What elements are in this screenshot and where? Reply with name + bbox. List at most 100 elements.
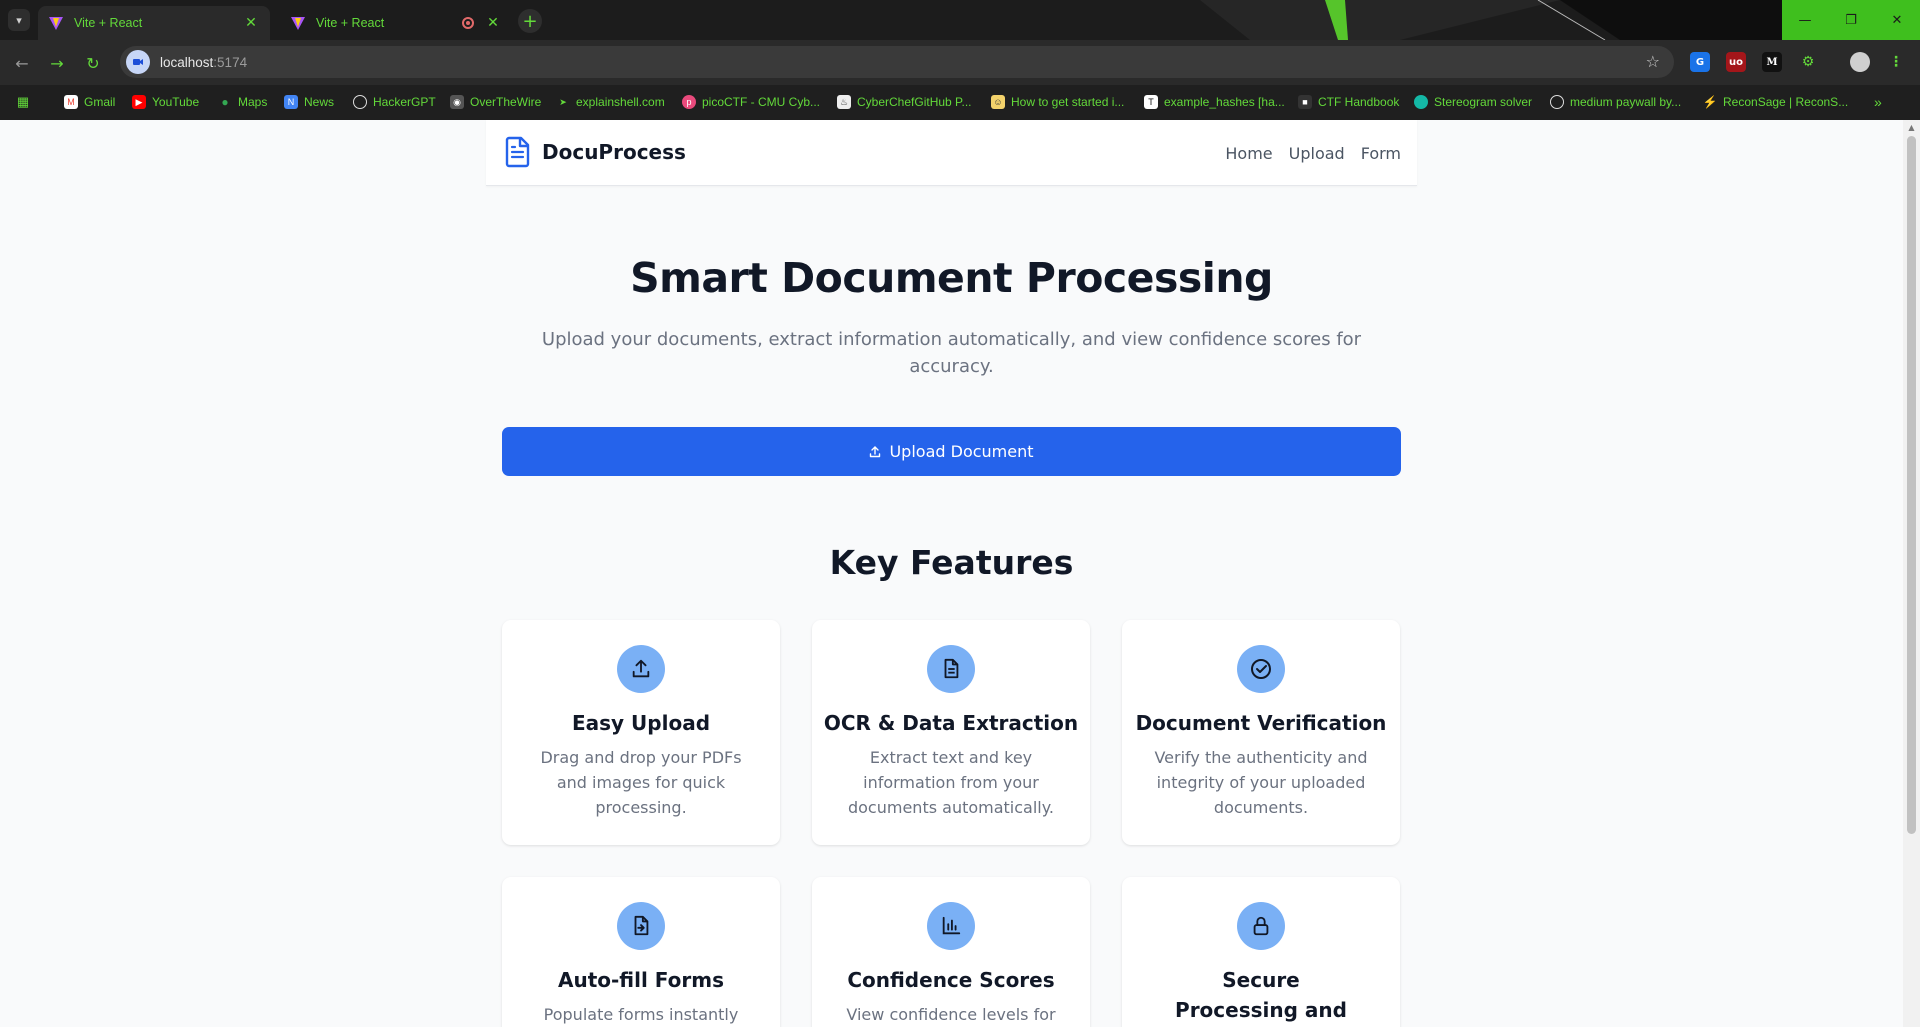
bookmark-gmail[interactable]: M Gmail — [64, 93, 115, 111]
more-bookmarks-icon[interactable]: » — [1874, 93, 1882, 111]
close-window-button[interactable]: ✕ — [1874, 0, 1920, 40]
translate-extension-icon[interactable]: G — [1690, 52, 1710, 72]
feature-title: Easy Upload — [571, 711, 711, 735]
bookmark-example-hashes[interactable]: Texample_hashes [ha... — [1144, 93, 1285, 111]
upload-icon — [617, 645, 665, 693]
shell-icon: ➤ — [559, 96, 567, 107]
feature-description: Extract text and key information from yo… — [847, 748, 1055, 817]
address-bar[interactable]: localhost:5174 ☆ — [120, 46, 1674, 78]
bookmark-hackergpt[interactable]: HackerGPT — [353, 93, 436, 111]
feature-description: Populate forms instantly — [543, 1005, 739, 1024]
bookmark-star-icon[interactable]: ☆ — [1646, 52, 1660, 71]
scrollbar-thumb[interactable] — [1907, 136, 1916, 834]
tab-vite-react-1[interactable]: Vite + React ✕ — [38, 6, 270, 40]
nav-upload-link[interactable]: Upload — [1289, 144, 1345, 163]
circle-icon — [1414, 95, 1428, 109]
hero-title: Smart Document Processing — [630, 254, 1273, 302]
document-logo-icon — [505, 136, 530, 168]
apps-grid-icon[interactable]: ▦ — [16, 93, 36, 111]
bookmark-ctf-handbook[interactable]: ■ CTF Handbook — [1298, 93, 1399, 111]
extensions-puzzle-icon[interactable]: ⚙ — [1798, 52, 1818, 72]
feature-title: Confidence Scores — [847, 968, 1055, 992]
maps-icon: ● — [221, 95, 229, 109]
bookmark-reconsage[interactable]: ⚡ ReconSage | ReconS... — [1702, 93, 1849, 111]
restore-button[interactable]: ❐ — [1828, 0, 1874, 40]
recording-icon — [462, 17, 474, 29]
upload-document-button[interactable]: Upload Document — [502, 427, 1401, 476]
tab-title: Vite + React — [74, 16, 143, 30]
bookmark-news[interactable]: N News — [284, 93, 334, 111]
brand[interactable]: DocuProcess — [504, 136, 686, 168]
chef-icon: ♨ — [837, 95, 851, 109]
scroll-up-icon[interactable]: ▲ — [1907, 123, 1916, 132]
vite-icon — [49, 17, 63, 30]
overthewire-icon: ◉ — [450, 95, 464, 109]
profile-avatar-icon[interactable] — [1850, 52, 1870, 72]
page-viewport: DocuProcess Home Upload Form Smart Docum… — [0, 120, 1903, 1027]
top-navbar: DocuProcess Home Upload Form — [486, 120, 1417, 186]
app-container: DocuProcess Home Upload Form Smart Docum… — [486, 120, 1417, 1027]
nav-form-link[interactable]: Form — [1361, 144, 1401, 163]
bookmark-picoctf[interactable]: p picoCTF - CMU Cyb... — [682, 93, 820, 111]
feature-description: Verify the authenticity and integrity of… — [1154, 748, 1368, 817]
file-import-icon — [617, 902, 665, 950]
minimize-button[interactable]: — — [1782, 0, 1828, 40]
tab-title: Vite + React — [316, 16, 385, 30]
reload-icon[interactable]: ↻ — [82, 52, 104, 74]
bookmark-medium-paywall[interactable]: medium paywall by... — [1550, 93, 1681, 111]
tab-search-button[interactable]: ▾ — [8, 9, 30, 31]
picoctf-icon: p — [682, 95, 696, 109]
upload-small-icon — [869, 445, 881, 458]
bookmark-how-to-get-started[interactable]: ☺ How to get started i... — [991, 93, 1124, 111]
medium-extension-icon[interactable]: M — [1762, 52, 1782, 72]
new-tab-button[interactable]: + — [518, 9, 542, 33]
address-url: localhost:5174 — [160, 54, 248, 70]
feature-card-easy-upload: Easy Upload Drag and drop your PDFs and … — [502, 620, 780, 845]
bookmarks-bar: ▦ M Gmail ▶ YouTube ● Maps N News HackerGPT … — [0, 85, 1920, 120]
feature-card-verification: Document Verification Verify the authent… — [1122, 620, 1400, 845]
brand-name: DocuProcess — [542, 140, 686, 164]
ublock-extension-icon[interactable]: uo — [1726, 52, 1746, 72]
forward-icon[interactable]: → — [46, 52, 68, 74]
bookmark-overthewire[interactable]: ◉ OverTheWire — [450, 93, 541, 111]
youtube-icon: ▶ — [132, 95, 146, 109]
feature-title: Secure Processing and Storage — [1175, 968, 1347, 1022]
browser-toolbar: ← → ↻ localhost:5174 ☆ G uo M ⚙ ⋮ — [0, 40, 1920, 85]
page-scrollbar[interactable]: ▲ — [1903, 120, 1920, 1027]
face-icon: ☺ — [991, 95, 1005, 109]
feature-card-secure: Secure Processing and Storage — [1122, 877, 1400, 1027]
feature-card-autofill: Auto-fill Forms Populate forms instantly — [502, 877, 780, 1027]
hero-subtitle: Upload your documents, extract informati… — [541, 329, 1362, 377]
vite-icon — [291, 17, 305, 30]
browser-chrome: ▾ Vite + React ✕ Vite + React ✕ + — ❐ ✕ … — [0, 0, 1920, 120]
document-icon — [927, 645, 975, 693]
feature-card-ocr: OCR & Data Extraction Extract text and k… — [812, 620, 1090, 845]
gmail-icon: M — [64, 95, 78, 109]
book-icon: ■ — [1298, 95, 1312, 109]
site-info-icon[interactable] — [126, 50, 150, 74]
text-icon: T — [1144, 95, 1158, 109]
bolt-icon: ⚡ — [1702, 95, 1718, 109]
nav-links: Home Upload Form — [1225, 144, 1401, 163]
browser-menu-icon[interactable]: ⋮ — [1886, 52, 1906, 72]
upload-document-label: Upload Document — [889, 442, 1034, 461]
feature-description: Drag and drop your PDFs and images for q… — [540, 748, 742, 817]
nav-home-link[interactable]: Home — [1225, 144, 1272, 163]
bookmark-youtube[interactable]: ▶ YouTube — [132, 93, 199, 111]
tab-strip: ▾ Vite + React ✕ Vite + React ✕ + — ❐ ✕ — [0, 0, 1920, 40]
bookmark-stereogram-solver[interactable]: Stereogram solver — [1414, 93, 1532, 111]
globe-icon — [1550, 95, 1564, 109]
features-title: Key Features — [829, 543, 1074, 582]
bookmark-explainshell[interactable]: ➤ explainshell.com — [556, 93, 665, 111]
lock-icon — [1237, 902, 1285, 950]
bookmark-maps[interactable]: ● Maps — [218, 93, 267, 111]
bookmark-cyberchef[interactable]: ♨ CyberChefGitHub P... — [837, 93, 972, 111]
feature-title: Document Verification — [1135, 711, 1387, 735]
tab-close-icon[interactable]: ✕ — [242, 15, 260, 31]
globe-icon — [353, 95, 367, 109]
feature-title: Auto-fill Forms — [557, 968, 724, 992]
tab-vite-react-2[interactable]: Vite + React ✕ — [280, 6, 512, 40]
news-icon: N — [284, 95, 298, 109]
tab-close-icon[interactable]: ✕ — [484, 15, 502, 31]
back-icon[interactable]: ← — [11, 52, 33, 74]
